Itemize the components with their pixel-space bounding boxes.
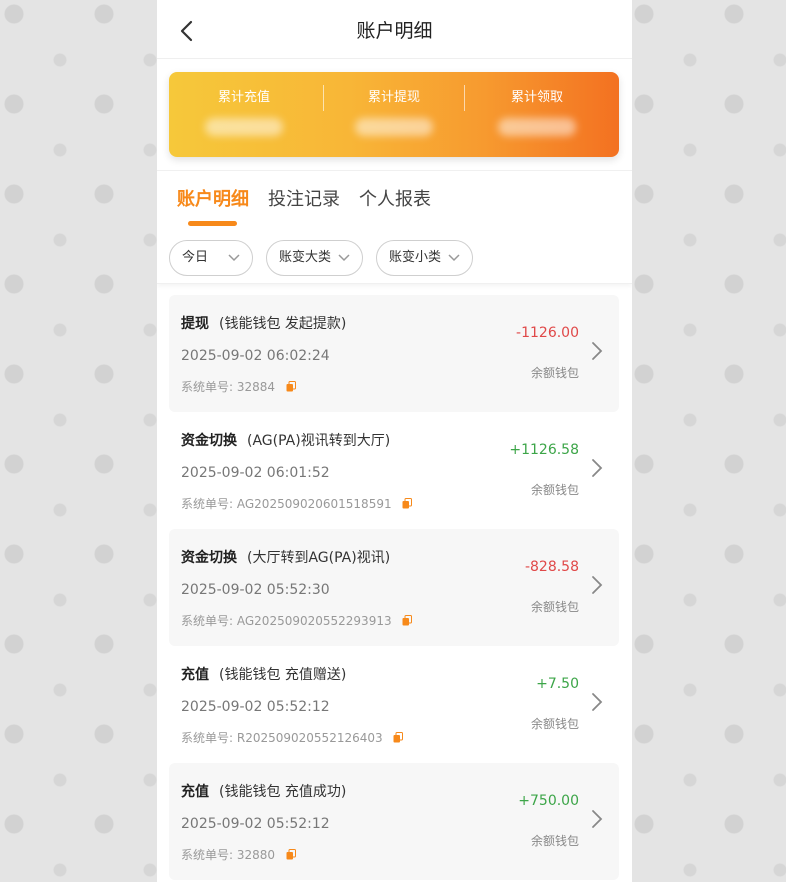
chevron-down-icon [338, 254, 350, 262]
chevron-down-icon [228, 254, 240, 262]
transaction-title: 提现 (钱能钱包 发起提款) [181, 313, 346, 333]
chevron-right-icon [592, 576, 603, 594]
serial-label: 系统单号: [181, 380, 234, 394]
transaction-time: 2025-09-02 05:52:12 [181, 816, 330, 832]
active-tab-indicator [188, 221, 237, 226]
blurred-value [355, 118, 433, 136]
transaction-card[interactable]: 提现 (钱能钱包 发起提款) 2025-09-02 06:02:24 系统单号: … [169, 295, 619, 412]
wallet-name: 余额钱包 [530, 717, 579, 731]
transaction-type: 资金切换 [181, 550, 237, 566]
copy-icon[interactable] [402, 498, 413, 509]
major-type-filter-dropdown[interactable]: 账变大类 [266, 240, 363, 276]
transaction-card[interactable]: 充值 (钱能钱包 充值赠送) 2025-09-02 05:52:12 系统单号: … [169, 646, 619, 763]
transaction-card[interactable]: 充值 (钱能钱包 充值成功) 2025-09-02 05:52:12 系统单号: … [169, 763, 619, 880]
serial-value: AG202509020601518591 [236, 497, 392, 511]
transaction-type: 资金切换 [181, 433, 237, 449]
transaction-time: 2025-09-02 06:01:52 [181, 465, 330, 481]
transaction-type: 提现 [181, 316, 209, 332]
transaction-title: 充值 (钱能钱包 充值成功) [181, 781, 346, 801]
minor-type-filter-dropdown[interactable]: 账变小类 [376, 240, 473, 276]
chevron-right-icon [592, 342, 603, 360]
chevron-right-icon [592, 459, 603, 477]
transaction-amount: +1126.58 [509, 442, 579, 458]
serial-value: R202509020552126403 [236, 731, 383, 745]
serial-number: 系统单号: 32884 [181, 378, 296, 395]
transaction-amount: -1126.00 [516, 325, 579, 341]
wallet-name: 余额钱包 [530, 483, 579, 497]
tab-personal-report[interactable]: 个人报表 [359, 185, 431, 211]
copy-icon[interactable] [393, 732, 404, 743]
tab-bet-records[interactable]: 投注记录 [268, 185, 340, 211]
transaction-amount: +7.50 [536, 676, 579, 692]
serial-number: 系统单号: AG202509020601518591 [181, 495, 413, 512]
stat-label: 累计提现 [367, 90, 420, 105]
transaction-time: 2025-09-02 05:52:30 [181, 582, 330, 598]
serial-number: 系统单号: R202509020552126403 [181, 729, 404, 746]
wallet-name: 余额钱包 [530, 834, 579, 848]
transaction-card[interactable]: 资金切换 (大厅转到AG(PA)视讯) 2025-09-02 05:52:30 系… [169, 529, 619, 646]
transaction-card[interactable]: 资金切换 (AG(PA)视讯转到大厅) 2025-09-02 06:01:52 系… [169, 412, 619, 529]
copy-icon[interactable] [286, 849, 296, 860]
phone-screen: 账户明细 累计充值 累计提现 累计领取 账户明细 投注记录 个人报表 今日 账变… [157, 0, 632, 882]
copy-icon[interactable] [402, 615, 413, 626]
stat-total-deposit: 累计充值 [169, 72, 319, 157]
transaction-amount: +750.00 [518, 793, 579, 809]
chevron-right-icon [592, 810, 603, 828]
transaction-type: 充值 [181, 667, 209, 683]
transaction-title: 充值 (钱能钱包 充值赠送) [181, 664, 346, 684]
serial-label: 系统单号: [181, 731, 234, 745]
transaction-time: 2025-09-02 06:02:24 [181, 348, 330, 364]
serial-value: 32884 [236, 380, 276, 394]
minor-type-filter-label: 账变小类 [389, 250, 442, 265]
date-filter-label: 今日 [182, 250, 209, 265]
stat-total-claim: 累计领取 [462, 72, 612, 157]
serial-label: 系统单号: [181, 497, 234, 511]
wallet-name: 余额钱包 [530, 366, 579, 380]
tab-account-detail[interactable]: 账户明细 [177, 185, 249, 211]
blurred-value [498, 118, 576, 136]
stat-total-withdraw: 累计提现 [319, 72, 469, 157]
transaction-desc: (钱能钱包 发起提款) [219, 316, 347, 332]
major-type-filter-label: 账变大类 [279, 250, 332, 265]
transaction-title: 资金切换 (AG(PA)视讯转到大厅) [181, 430, 390, 450]
transaction-amount: -828.58 [524, 559, 579, 575]
transaction-title: 资金切换 (大厅转到AG(PA)视讯) [181, 547, 390, 567]
serial-number: 系统单号: AG202509020552293913 [181, 612, 413, 629]
stat-label: 累计领取 [510, 90, 563, 105]
transaction-desc: (AG(PA)视讯转到大厅) [247, 433, 391, 449]
transaction-desc: (钱能钱包 充值赠送) [219, 667, 347, 683]
transaction-type: 充值 [181, 784, 209, 800]
wallet-name: 余额钱包 [530, 600, 579, 614]
serial-label: 系统单号: [181, 848, 234, 862]
chevron-right-icon [592, 693, 603, 711]
date-filter-dropdown[interactable]: 今日 [169, 240, 253, 276]
page-title: 账户明细 [356, 19, 433, 42]
nav-header: 账户明细 [157, 0, 632, 59]
serial-value: AG202509020552293913 [236, 614, 392, 628]
copy-icon[interactable] [286, 381, 296, 392]
transaction-time: 2025-09-02 05:52:12 [181, 699, 330, 715]
serial-value: 32880 [236, 848, 276, 862]
serial-number: 系统单号: 32880 [181, 846, 296, 863]
transaction-desc: (钱能钱包 充值成功) [219, 784, 347, 800]
stat-label: 累计充值 [217, 90, 270, 105]
filter-bar: 今日 账变大类 账变小类 [157, 240, 632, 284]
blurred-value [205, 118, 283, 136]
back-arrow-icon[interactable] [177, 19, 199, 43]
serial-label: 系统单号: [181, 614, 234, 628]
tab-bar: 账户明细 投注记录 个人报表 [157, 170, 632, 228]
chevron-down-icon [448, 254, 460, 262]
transaction-desc: (大厅转到AG(PA)视讯) [247, 550, 391, 566]
summary-banner: 累计充值 累计提现 累计领取 [169, 72, 619, 157]
